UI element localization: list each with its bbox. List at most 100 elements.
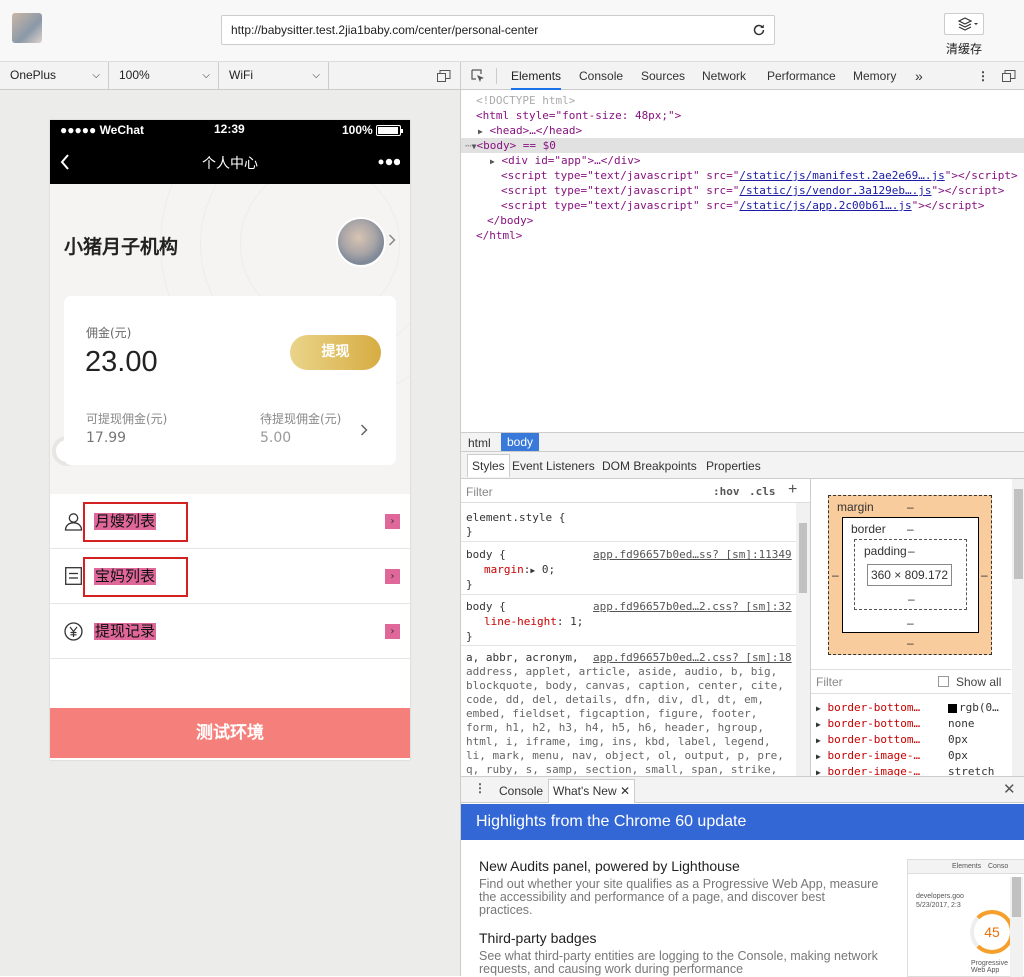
- add-rule-icon[interactable]: +: [788, 481, 797, 499]
- dom-node-head[interactable]: ▶ <head>…</head>: [461, 123, 1024, 138]
- clear-cache-label[interactable]: 清缓存: [940, 40, 988, 57]
- margin-label: margin: [837, 500, 874, 514]
- style-rule-body-1[interactable]: body {app.fd96657b0ed…ss? [sm]:11349: [466, 547, 796, 562]
- chevron-right-icon: ›: [385, 514, 400, 529]
- color-swatch: [948, 704, 957, 713]
- thumb-tab: Elements: [952, 863, 982, 870]
- subtab-styles[interactable]: Styles: [467, 454, 510, 477]
- rule-source-link[interactable]: app.fd96657b0ed…2.css? [sm]:18: [593, 650, 792, 665]
- computed-prop: border-image-…: [827, 749, 921, 762]
- script-link[interactable]: /static/js/app.2c00b61….js: [739, 199, 911, 212]
- script-link[interactable]: /static/js/manifest.2ae2e69….js: [739, 169, 944, 182]
- thumb-tab-2: Conso: [988, 863, 1009, 870]
- close-drawer-icon[interactable]: ✕: [1003, 780, 1016, 798]
- style-rule-reset[interactable]: a, abbr, acronym, app.fd96657b0ed…2.css? …: [466, 650, 796, 665]
- computed-row[interactable]: ▶ border-bottom… none: [816, 716, 1012, 731]
- user-avatar[interactable]: [12, 13, 42, 43]
- drawer-tab-console[interactable]: Console: [499, 784, 543, 798]
- subtab-event-listeners[interactable]: Event Listeners: [512, 459, 595, 473]
- dom-node-script-app[interactable]: <script type="text/javascript" src="/sta…: [461, 198, 1024, 213]
- computed-filter-input[interactable]: Filter: [816, 675, 843, 689]
- drawer-tab-whats-new[interactable]: What's New ✕: [548, 779, 636, 803]
- rule-selector-line: q, ruby, s, samp, section, small, span, …: [466, 763, 778, 776]
- org-name: 小猪月子机构: [64, 236, 179, 258]
- chevron-down-icon: ⌵: [312, 70, 320, 81]
- whats-new-thumbnail[interactable]: Elements Conso developers.goo 5/23/2017,…: [907, 859, 1024, 977]
- box-model-scrollbar[interactable]: [1012, 479, 1024, 776]
- dom-node-app[interactable]: ▶ <div id="app">…</div>: [461, 153, 1024, 168]
- tab-elements[interactable]: Elements: [511, 62, 562, 90]
- tab-memory[interactable]: Memory: [853, 62, 896, 90]
- tab-sources[interactable]: Sources: [641, 62, 685, 90]
- show-all-checkbox[interactable]: [938, 676, 949, 687]
- withdraw-button[interactable]: 提现: [290, 335, 381, 370]
- cls-toggle[interactable]: .cls: [749, 485, 776, 498]
- border-bottom-value: –: [907, 616, 914, 630]
- whats-new-item-title[interactable]: New Audits panel, powered by Lighthouse: [479, 858, 879, 874]
- more-tabs-icon[interactable]: »: [915, 62, 923, 90]
- tab-console[interactable]: Console: [579, 62, 623, 90]
- rule-source-link[interactable]: app.fd96657b0ed…ss? [sm]:11349: [593, 547, 792, 562]
- zoom-select[interactable]: 100% ⌵: [109, 62, 219, 89]
- margin-left-value: –: [832, 568, 839, 582]
- clear-cache-button[interactable]: [944, 13, 984, 35]
- menu-item-withdraw-records[interactable]: 提现记录 ›: [50, 604, 410, 659]
- kebab-menu-icon[interactable]: ⋮: [977, 62, 989, 90]
- whats-new-item-title[interactable]: Third-party badges: [479, 930, 879, 946]
- url-bar[interactable]: http://babysitter.test.2jia1baby.com/cen…: [221, 15, 775, 45]
- test-env-banner: 测试环境: [50, 708, 410, 758]
- reload-icon[interactable]: [752, 23, 766, 37]
- css-value[interactable]: 0;: [542, 563, 555, 576]
- box-padding[interactable]: padding – – 360 × 809.172: [854, 539, 967, 610]
- rotate-device-icon[interactable]: [437, 70, 451, 82]
- subtab-properties[interactable]: Properties: [706, 459, 761, 473]
- chevron-right-icon[interactable]: [360, 424, 368, 436]
- dock-icon[interactable]: [1002, 70, 1016, 82]
- box-margin[interactable]: margin – – – – border – – padding – – 36…: [828, 495, 992, 655]
- network-select[interactable]: WiFi ⌵: [219, 62, 329, 89]
- inspect-icon[interactable]: [471, 69, 485, 83]
- box-border[interactable]: border – – padding – – 360 × 809.172: [842, 517, 979, 633]
- dom-node-body-close[interactable]: </body>: [461, 213, 1024, 228]
- css-value[interactable]: 1;: [570, 615, 583, 628]
- rule-source-link[interactable]: app.fd96657b0ed…2.css? [sm]:32: [593, 599, 792, 614]
- css-property[interactable]: line-height: [484, 615, 557, 628]
- dom-node-script-vendor[interactable]: <script type="text/javascript" src="/sta…: [461, 183, 1024, 198]
- drawer-menu-icon[interactable]: ⋮: [474, 781, 486, 795]
- dom-node-html[interactable]: <html style="font-size: 48px;">: [461, 108, 1024, 123]
- script-link[interactable]: /static/js/vendor.3a129eb….js: [739, 184, 931, 197]
- drawer-scrollbar[interactable]: [1010, 877, 1023, 977]
- tab-performance[interactable]: Performance: [767, 62, 836, 90]
- padding-top-value: –: [908, 544, 915, 558]
- computed-value: 0px: [948, 749, 968, 762]
- breadcrumb-html[interactable]: html: [468, 436, 491, 450]
- breadcrumb-body[interactable]: body: [501, 433, 540, 451]
- computed-row[interactable]: ▶ border-bottom… rgb(0…: [816, 700, 1012, 715]
- thumb-url: developers.goo: [916, 893, 964, 900]
- computed-row[interactable]: ▶ border-bottom… 0px: [816, 732, 1012, 747]
- styles-filter-input[interactable]: Filter: [466, 485, 493, 499]
- margin-top-value: –: [907, 500, 914, 514]
- styles-scrollbar[interactable]: [796, 503, 810, 776]
- tab-network[interactable]: Network: [702, 62, 746, 90]
- subtab-dom-breakpoints[interactable]: DOM Breakpoints: [602, 459, 697, 473]
- close-icon[interactable]: ✕: [620, 784, 630, 798]
- chevron-right-icon: ›: [385, 569, 400, 584]
- style-rule-body-2[interactable]: body {app.fd96657b0ed…2.css? [sm]:32: [466, 599, 796, 614]
- dom-node-html-close[interactable]: </html>: [461, 228, 1024, 243]
- element-style-rule[interactable]: element.style {: [466, 510, 796, 525]
- computed-row[interactable]: ▶ border-image-… 0px: [816, 748, 1012, 763]
- device-select[interactable]: OnePlus ⌵: [0, 62, 109, 89]
- dom-node-doctype[interactable]: <!DOCTYPE html>: [461, 93, 1024, 108]
- hov-toggle[interactable]: :hov: [713, 485, 740, 498]
- dom-text: <head>…</head>: [489, 124, 583, 137]
- css-property[interactable]: margin: [484, 563, 524, 576]
- more-icon[interactable]: [378, 158, 400, 166]
- dom-node-body[interactable]: ⋯▼<body> == $0: [461, 138, 1024, 153]
- box-content[interactable]: 360 × 809.172: [867, 564, 952, 586]
- org-avatar[interactable]: [336, 217, 386, 267]
- dom-text: <script type="text/javascript" src=": [501, 184, 740, 197]
- menu-item-mom-list[interactable]: 宝妈列表 ›: [50, 549, 410, 604]
- dom-node-script-manifest[interactable]: <script type="text/javascript" src="/sta…: [461, 168, 1024, 183]
- menu-item-nanny-list[interactable]: 月嫂列表 ›: [50, 494, 410, 549]
